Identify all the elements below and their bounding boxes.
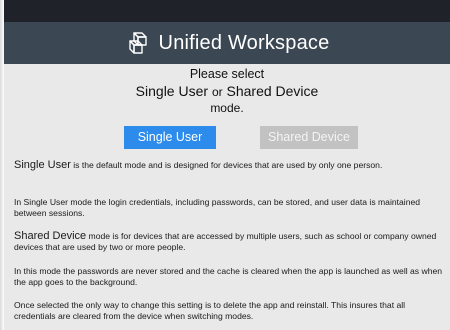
dialog-panel: Unified Workspace Please select Single U…: [4, 0, 450, 330]
prompt-option-shared: Shared Device: [226, 83, 319, 99]
single-user-button[interactable]: Single User: [124, 126, 216, 149]
prompt-line-2: Single User or Shared Device: [4, 82, 450, 101]
app-header: Unified Workspace: [4, 22, 450, 64]
prompt-line-1: Please select: [189, 67, 265, 81]
prompt-or: or: [211, 85, 223, 99]
mode-prompt: Please select Single User or Shared Devi…: [4, 67, 450, 115]
prompt-line-3: mode.: [210, 101, 244, 115]
shared-device-cache-text: In this mode the passwords are never sto…: [14, 266, 443, 287]
single-user-credentials-text: In Single User mode the login credential…: [14, 197, 421, 218]
mode-selection-dialog: Unified Workspace Please select Single U…: [0, 0, 450, 330]
shared-device-term: Shared Device: [14, 230, 87, 242]
single-user-description-text: is the default mode and is designed for …: [70, 160, 383, 170]
single-user-description: Single User is the default mode and is d…: [14, 160, 444, 171]
cube-logo-icon: [128, 32, 147, 54]
top-bar: [4, 0, 450, 22]
single-user-term: Single User: [14, 159, 71, 171]
change-setting-note: Once selected the only way to change thi…: [14, 300, 406, 321]
app-title: Unified Workspace: [158, 31, 330, 54]
shared-device-description: Shared Device mode is for devices that a…: [14, 231, 444, 253]
shared-device-button[interactable]: Shared Device: [260, 126, 358, 149]
prompt-option-single: Single User: [135, 83, 209, 99]
